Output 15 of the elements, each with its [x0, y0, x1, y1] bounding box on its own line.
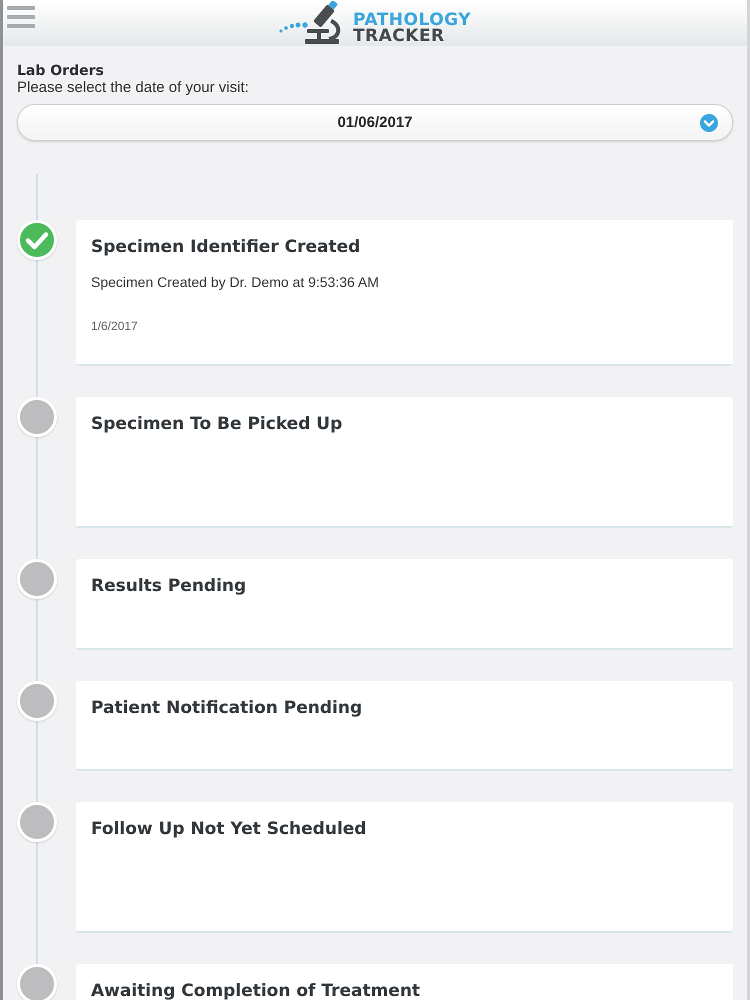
status-title: Follow Up Not Yet Scheduled	[91, 818, 368, 841]
status-title: Results Pending	[91, 575, 248, 598]
logo-wordmark-top: PATHOLOGY	[352, 12, 472, 28]
status-date: 1/6/2017	[91, 318, 139, 334]
status-detail: Specimen Created by Dr. Demo at 9:53:36 AM	[91, 273, 380, 291]
section-title: Lab Orders	[17, 62, 105, 80]
menu-icon[interactable]	[7, 6, 35, 28]
date-prompt: Please select the date of your visit:	[17, 80, 250, 96]
logo-wordmark-bottom: TRACKER	[352, 28, 446, 44]
status-title: Specimen To Be Picked Up	[91, 413, 344, 436]
chevron-down-icon	[700, 114, 718, 132]
status-title: Awaiting Completion of Treatment	[91, 980, 422, 1000]
status-title: Patient Notification Pending	[91, 697, 364, 720]
date-dropdown[interactable]: 01/06/2017	[17, 104, 733, 141]
status-title: Specimen Identifier Created	[91, 236, 362, 259]
